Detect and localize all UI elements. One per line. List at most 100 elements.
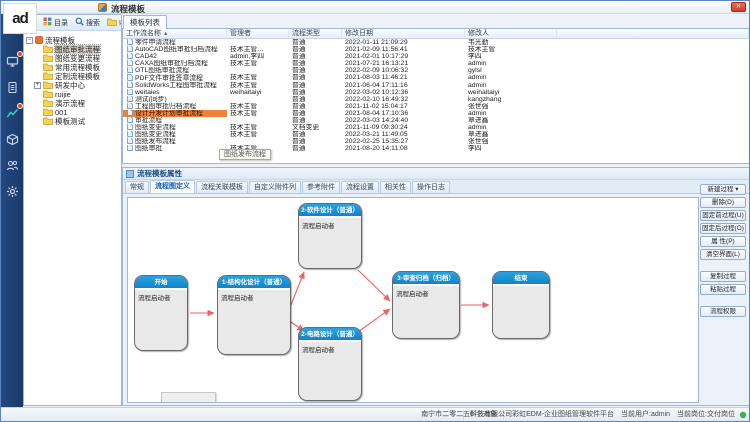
flow-button[interactable]: 清空界面(L) bbox=[700, 249, 746, 260]
workflow-name: 零件申请流程 bbox=[135, 39, 176, 46]
cube-icon[interactable] bbox=[5, 132, 20, 147]
row-name-cell[interactable]: 图纸变更流程 bbox=[123, 131, 227, 138]
row-name-cell[interactable]: CAXA图纸审批归档流程 bbox=[123, 60, 227, 67]
table-row[interactable]: AutoCAD图纸审批归档流程技术主管…普通2021-02-09 11:56:4… bbox=[123, 46, 749, 53]
tree-item[interactable]: 模板测试 bbox=[26, 117, 119, 126]
row-name-cell[interactable]: 测试(同步) bbox=[123, 96, 227, 103]
tab-0[interactable]: 常规 bbox=[125, 181, 149, 193]
flow-node[interactable]: 1-结构化设计（普通）流程启动者 bbox=[217, 275, 291, 355]
row-name-cell[interactable]: 图纸发布流程 bbox=[123, 138, 227, 145]
row-date-cell: 2021-08-03 11:46:21 bbox=[342, 74, 465, 81]
flow-button[interactable]: 固定后过程(O) bbox=[700, 223, 746, 234]
tab-4[interactable]: 参考附件 bbox=[302, 181, 340, 193]
column-header[interactable]: 修改人 bbox=[465, 29, 557, 38]
row-filler bbox=[557, 60, 749, 67]
tab-1[interactable]: 流程图定义 bbox=[150, 180, 195, 193]
tab-2[interactable]: 流程关联模板 bbox=[196, 181, 248, 193]
table-row[interactable]: 测试(同步)普通2022-02-10 16:49:32kangzhang bbox=[123, 96, 749, 103]
toolbar-favorites-button[interactable]: 收藏夹 bbox=[104, 16, 121, 30]
close-button[interactable]: ✕ bbox=[731, 2, 746, 12]
row-name-cell[interactable]: AutoCAD图纸审批归档流程 bbox=[123, 46, 227, 53]
flow-button[interactable]: 固定前过程(U) bbox=[700, 210, 746, 221]
flow-button[interactable]: 删除(D) bbox=[700, 197, 746, 208]
table-row[interactable]: CAXA图纸审批归档流程技术主管普通2021-07-21 16:13:21adm… bbox=[123, 60, 749, 67]
table-row[interactable]: 图纸变更流程技术主管文档变更2021-11-09 09:30:24admin bbox=[123, 124, 749, 131]
toolbar-search-button[interactable]: 搜索 bbox=[72, 15, 103, 30]
tree-item[interactable]: 图纸变更流程 bbox=[26, 54, 119, 63]
flow-node-body: 流程启动者 bbox=[299, 341, 361, 356]
tree-item[interactable]: ruijie bbox=[26, 90, 119, 99]
flow-node[interactable]: 开始流程启动者 bbox=[134, 275, 188, 351]
table-row[interactable]: 图纸变更流程技术主管普通2022-03-21 11:49:05覃进鑫 bbox=[123, 131, 749, 138]
flowchart-canvas[interactable]: 开始流程启动者 1-结构化设计（普通）流程启动者2-软件设计（普通）流程启动者 2-… bbox=[127, 197, 699, 403]
table-row[interactable]: 图纸审批技术主管…普通2021-08-20 14:11:08李四 bbox=[123, 145, 749, 152]
flow-button[interactable]: 属 性(P) bbox=[700, 236, 746, 247]
table-row[interactable]: GTL图纸审批流程普通2022-02-09 10:06:32gylsl bbox=[123, 67, 749, 74]
table-row[interactable]: 审批流程普通2022-03-03 14:24:40覃进鑫 bbox=[123, 117, 749, 124]
users-icon[interactable] bbox=[5, 158, 20, 173]
column-header[interactable]: 修改日期 bbox=[342, 29, 465, 38]
workflow-table: 工作流名称▲管理者流程类型修改日期修改人 零件申请流程普通2022-01-11 … bbox=[122, 28, 750, 164]
tree-item[interactable]: +研发中心 bbox=[26, 81, 119, 90]
table-row[interactable]: CAD42admin,李四普通2021-02-01 10:17:29李四 bbox=[123, 53, 749, 60]
workflow-doc-icon bbox=[127, 110, 133, 117]
row-name-cell[interactable]: 审批流程 bbox=[123, 117, 227, 124]
tree-root[interactable]: −流程模板 bbox=[26, 36, 119, 45]
toolbar-catalog-button[interactable]: 目录 bbox=[40, 15, 71, 30]
row-name-cell[interactable]: 图纸审批 bbox=[123, 145, 227, 152]
row-date-cell: 2021-08-04 17:10:36 bbox=[342, 110, 465, 117]
column-header[interactable]: 工作流名称▲ bbox=[123, 29, 227, 38]
row-name-cell[interactable]: CAD42 bbox=[123, 53, 227, 60]
row-date-cell: 2021-02-01 10:17:29 bbox=[342, 53, 465, 60]
tab-template-list[interactable]: 模板列表 bbox=[123, 15, 167, 29]
row-name-cell[interactable]: GTL图纸审批流程 bbox=[123, 67, 227, 74]
row-modifier-cell: 覃进鑫 bbox=[465, 117, 557, 124]
tab-5[interactable]: 流程设置 bbox=[341, 181, 379, 193]
flow-node[interactable]: 2-电路设计（普通）流程启动者 bbox=[298, 327, 362, 401]
flow-button[interactable]: 流程权限 bbox=[700, 306, 746, 317]
tree-item[interactable]: 001 bbox=[26, 108, 119, 117]
row-name-cell[interactable]: 图纸变更流程 bbox=[123, 124, 227, 131]
workflow-doc-icon bbox=[127, 96, 133, 103]
row-modifier-cell: 韦光勤 bbox=[465, 39, 557, 46]
app-window: 流程模板 ✕ ad 目录搜索收藏夹 −流程模板图纸审批流程图纸变更流程常用流程模… bbox=[0, 0, 750, 422]
gear-icon[interactable] bbox=[5, 184, 20, 199]
row-name-cell[interactable]: 设计开发计划审批流程 bbox=[123, 110, 227, 117]
row-name-cell[interactable]: 零件申请流程 bbox=[123, 39, 227, 46]
row-name-cell[interactable]: SolidWorks工程图审批流程 bbox=[123, 82, 227, 89]
table-row[interactable]: weitaiesweihaitaiyi普通2022-03-02 10:12:36… bbox=[123, 89, 749, 96]
tab-6[interactable]: 相关性 bbox=[380, 181, 411, 193]
tab-7[interactable]: 操作日志 bbox=[412, 181, 450, 193]
flow-button[interactable]: 粘贴过程 bbox=[700, 284, 746, 295]
table-row[interactable]: 设计开发计划审批流程技术主管普通2021-08-04 17:10:36admin bbox=[123, 110, 749, 117]
monitor-icon[interactable] bbox=[5, 54, 20, 69]
row-filler bbox=[557, 103, 749, 110]
table-row[interactable]: SolidWorks工程图审批流程技术主管普通2021-06-04 17:11:… bbox=[123, 82, 749, 89]
tree-item-label: 定制流程模板 bbox=[55, 72, 100, 81]
flow-button[interactable]: 复制过程 bbox=[700, 271, 746, 282]
table-row[interactable]: 工程图审批归档流程技术主管普通2021-11-02 15:04:17张世强 bbox=[123, 103, 749, 110]
table-row[interactable]: PDF文件审批签章流程技术主管普通2021-08-03 11:46:21admi… bbox=[123, 74, 749, 81]
flow-node[interactable]: 3-审查归档（归档）流程启动者 bbox=[392, 271, 460, 339]
row-name-cell[interactable]: PDF文件审批签章流程 bbox=[123, 74, 227, 81]
tree-item[interactable]: 演示流程 bbox=[26, 99, 119, 108]
tree-item[interactable]: 常用流程模板 bbox=[26, 63, 119, 72]
column-header[interactable]: 管理者 bbox=[227, 29, 289, 38]
flow-button[interactable]: 新建过程 ▾ bbox=[700, 184, 746, 195]
row-type-cell: 普通 bbox=[289, 60, 342, 67]
flow-node[interactable]: 2-软件设计（普通）流程启动者 bbox=[298, 203, 362, 269]
table-row[interactable]: 图纸发布流程普通2022-02-25 15:35:27张世强 bbox=[123, 138, 749, 145]
flow-node[interactable]: 结束 bbox=[492, 271, 550, 339]
tab-3[interactable]: 自定义附件列 bbox=[249, 181, 301, 193]
tree-item[interactable]: 图纸审批流程 bbox=[26, 45, 119, 54]
document-icon[interactable] bbox=[5, 80, 20, 95]
flow-node-title: 结束 bbox=[493, 272, 549, 285]
tree-item[interactable]: 定制流程模板 bbox=[26, 72, 119, 81]
column-header[interactable]: 流程类型 bbox=[289, 29, 342, 38]
row-name-cell[interactable]: weitaies bbox=[123, 89, 227, 96]
chart-icon[interactable] bbox=[5, 106, 20, 121]
row-name-cell[interactable]: 工程图审批归档流程 bbox=[123, 103, 227, 110]
table-row[interactable]: 零件申请流程普通2022-01-11 21:09:29韦光勤 bbox=[123, 39, 749, 46]
workflow-doc-icon bbox=[127, 46, 133, 53]
tree-panel: 目录搜索收藏夹 −流程模板图纸审批流程图纸变更流程常用流程模板定制流程模板+研发… bbox=[23, 14, 122, 406]
